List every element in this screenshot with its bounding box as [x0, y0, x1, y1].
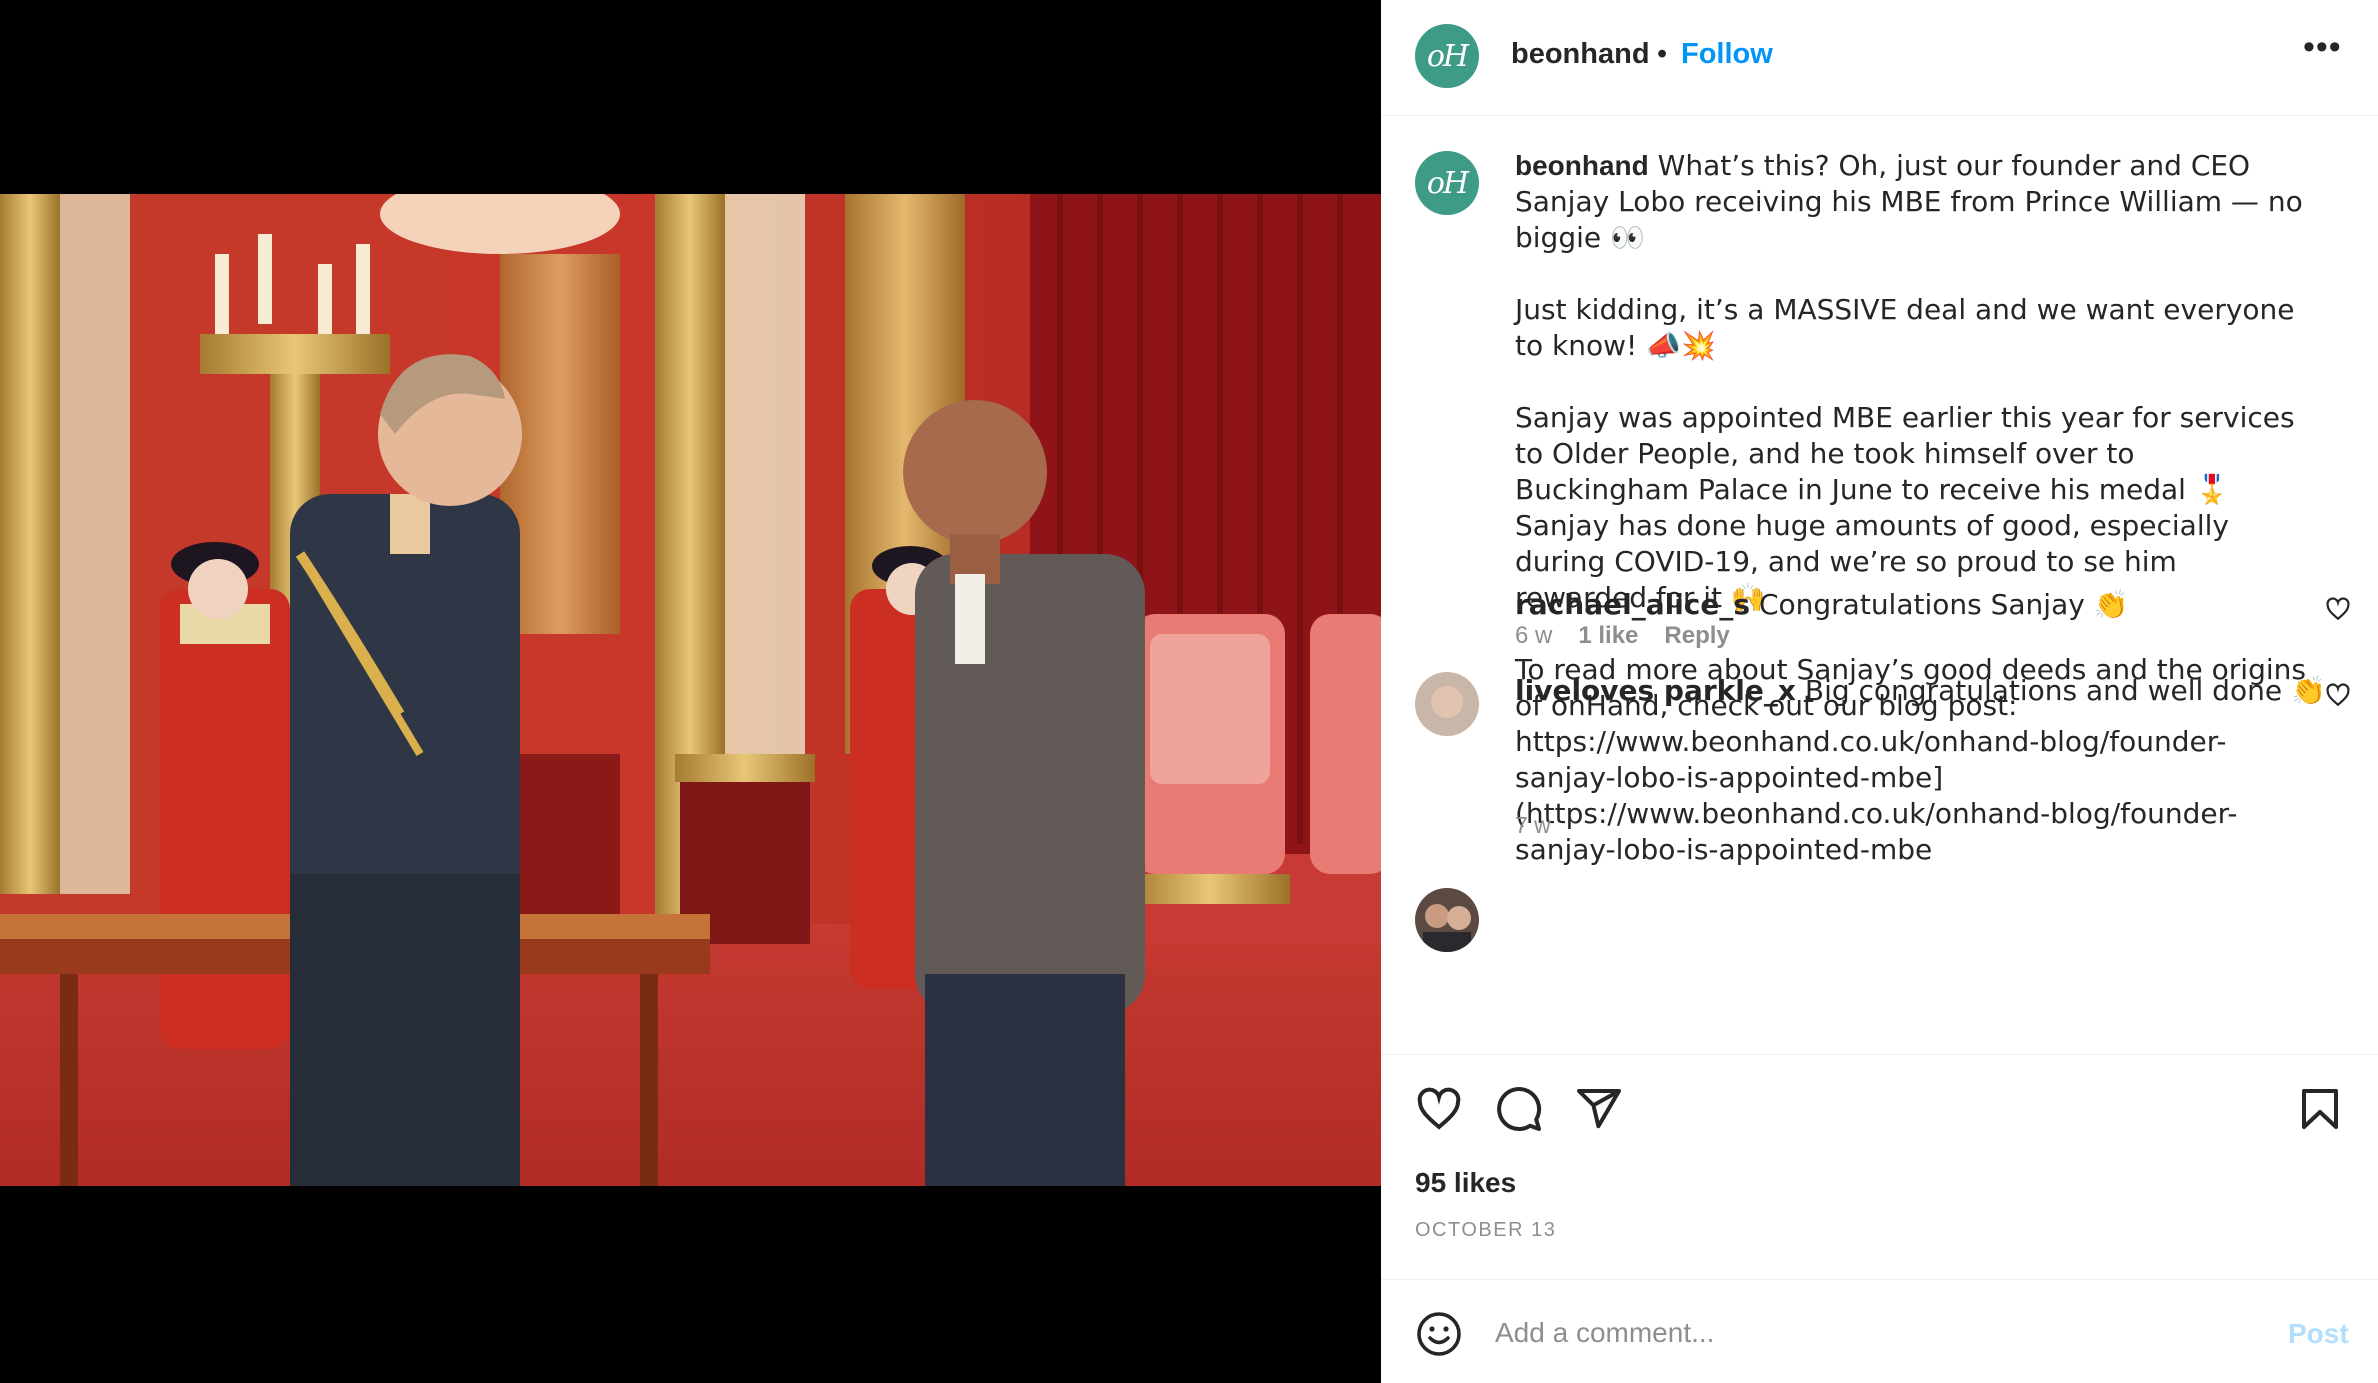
comment-likes-count[interactable]: 1 like: [1578, 622, 1638, 649]
comment-username[interactable]: liveloves parkle_x: [1515, 674, 1796, 707]
comment-meta: 6 w 1 like Reply: [1515, 622, 1756, 650]
author-avatar[interactable]: oH: [1415, 24, 1479, 88]
post-date[interactable]: OCTOBER 13: [1415, 1219, 1556, 1242]
post-actions: 95 likes OCTOBER 13: [1381, 1054, 2378, 1284]
author-username[interactable]: beonhand: [1511, 38, 1650, 71]
comment-reply-button[interactable]: Reply: [1664, 622, 1729, 649]
comment-text: liveloves parkle_x Big congratulations a…: [1515, 674, 2326, 707]
post-header: oH beonhand • Follow •••: [1381, 0, 2378, 116]
comment-icon[interactable]: [1495, 1085, 1543, 1133]
avatar-logo-text: oH: [1426, 38, 1469, 74]
more-horizontal-icon[interactable]: •••: [2303, 28, 2342, 67]
avatar-photo: [1415, 888, 1479, 952]
caption-username[interactable]: beonhand: [1515, 150, 1649, 181]
caption-text: What’s this? Oh, just our founder and CE…: [1515, 149, 2306, 866]
heart-icon[interactable]: [1415, 1085, 1463, 1133]
bookmark-icon[interactable]: [2296, 1085, 2344, 1133]
caption-timestamp[interactable]: 7 w: [1515, 812, 1551, 839]
header-separator: •: [1657, 38, 1668, 70]
comments-scroll-area[interactable]: oH beonhand What’s this? Oh, just our fo…: [1381, 116, 2378, 1054]
post-image[interactable]: [0, 194, 1381, 1186]
follow-button[interactable]: Follow: [1681, 38, 1773, 71]
post-comment-button[interactable]: Post: [2288, 1318, 2349, 1350]
photo-panel: [0, 0, 1381, 1383]
comment-heart-icon[interactable]: [2325, 596, 2351, 622]
avatar-photo: [1415, 672, 1479, 736]
avatar-logo-text: oH: [1426, 165, 1469, 201]
caption-avatar[interactable]: oH: [1415, 151, 1479, 215]
post-caption: beonhand What’s this? Oh, just our found…: [1515, 148, 2315, 868]
comment-input[interactable]: [1493, 1306, 2197, 1360]
post-sidebar: oH beonhand • Follow ••• oH beonhand Wha…: [1381, 0, 2378, 1383]
post-photo-illustration: [0, 194, 1381, 1186]
comment-text: rachael_alice_s Congratulations Sanjay 👏: [1515, 588, 2129, 621]
commenter-avatar[interactable]: [1415, 888, 1479, 952]
commenter-avatar[interactable]: [1415, 672, 1479, 736]
comment-username[interactable]: rachael_alice_s: [1515, 588, 1750, 621]
add-comment-bar: Post: [1381, 1279, 2378, 1383]
likes-count[interactable]: 95 likes: [1415, 1167, 1516, 1199]
comment-heart-icon[interactable]: [2325, 682, 2351, 708]
comment-timestamp[interactable]: 6 w: [1515, 622, 1552, 649]
comment-body: Congratulations Sanjay 👏: [1750, 588, 2129, 621]
smiley-icon[interactable]: [1415, 1310, 1463, 1358]
comment-body: Big congratulations and well done 👏: [1795, 674, 2326, 707]
paper-plane-icon[interactable]: [1575, 1085, 1623, 1133]
